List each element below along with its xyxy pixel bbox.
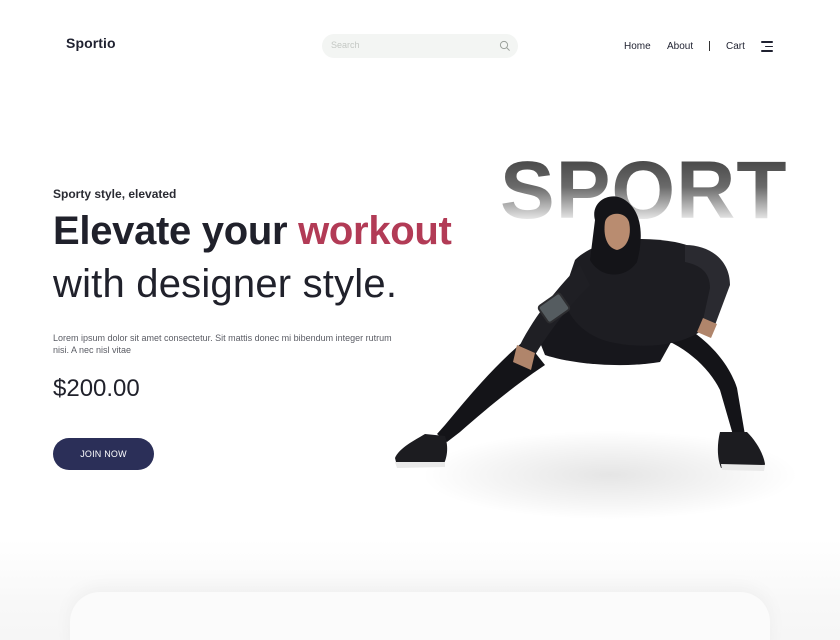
brands-card: [70, 592, 770, 640]
search-input[interactable]: Search: [331, 40, 360, 50]
hero-price: $200.00: [53, 375, 140, 402]
search-icon[interactable]: [499, 40, 511, 52]
menu-icon[interactable]: [761, 41, 773, 52]
hero-eyebrow: Sporty style, elevated: [53, 187, 177, 201]
hero-description: Lorem ipsum dolor sit amet consectetur. …: [53, 333, 392, 355]
nav-home[interactable]: Home: [624, 41, 651, 52]
logo[interactable]: Sportio: [66, 35, 116, 51]
site-header: Sportio Search Home About Cart: [0, 0, 840, 90]
athlete-image: [395, 196, 765, 471]
nav-about[interactable]: About: [667, 41, 693, 52]
headline-prefix: Elevate your: [53, 209, 299, 253]
search-bar[interactable]: Search: [322, 34, 518, 58]
join-now-button[interactable]: JOIN NOW: [53, 438, 154, 470]
nav-cart[interactable]: Cart: [726, 41, 745, 52]
nav-divider: [709, 41, 710, 51]
hero-headline-line2: with designer style.: [53, 262, 398, 306]
